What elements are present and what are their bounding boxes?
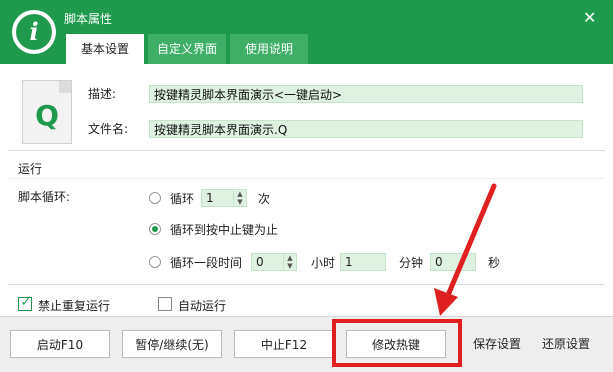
annotation-arrow: [434, 183, 497, 316]
arrow-head-icon: [434, 288, 458, 316]
arrow-shaft: [443, 183, 497, 303]
